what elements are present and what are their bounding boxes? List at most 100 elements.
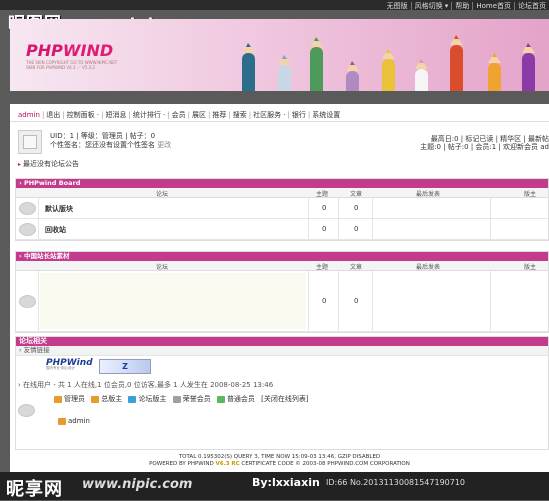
logo-pre: PHP: [26, 41, 63, 60]
nav-recommend[interactable]: 推荐: [210, 111, 228, 119]
pencil-illustration: [450, 35, 463, 91]
signature-label: 个性签名：: [50, 141, 85, 149]
admin-group-icon: [54, 395, 62, 403]
text-only-link[interactable]: 无图版: [384, 2, 411, 10]
watermark-id: ID:66 No.20131130081547190710: [326, 478, 466, 487]
forum-name[interactable]: 默认版块: [45, 204, 73, 214]
main-nav: admin | 退出 | 控制面板 · | 短消息 | 统计排行 · | 会员 | 展区 | 推荐 | 搜索 | 社…: [10, 110, 549, 122]
phpwind-logo[interactable]: PHPWIND: [26, 41, 113, 60]
nav-settings[interactable]: 系统设置: [310, 111, 342, 119]
online-status-icon: [18, 404, 35, 417]
col-article: 文章: [350, 191, 363, 198]
signature-value: 您还没有设置个性签名: [85, 141, 155, 149]
column-header: 论坛 主题 文章 最后发表 版主: [16, 261, 548, 271]
watermark-brand-bottom: 昵享网: [6, 479, 63, 500]
banner-sub-2: SKIN FOR PHPWIND V6.3 ／ V5.3.2: [26, 65, 95, 70]
nav-logout[interactable]: 退出: [44, 111, 62, 119]
forum-stats-right: 主题:0 | 帖子:0 | 会员:1 | 欢迎新会员 ad: [420, 143, 549, 151]
topic-count: 0: [322, 225, 327, 233]
table-row[interactable]: 回收站 0 0: [16, 219, 548, 240]
forum-status-icon: [19, 295, 36, 308]
close-online-list-link[interactable]: [关闭在线列表]: [261, 395, 308, 403]
footer-powered: POWERED BY PHPWIND V6.3 RC CERTIFICATE C…: [10, 461, 549, 468]
table-row[interactable]: 0 0: [16, 271, 548, 332]
nav-messages[interactable]: 短消息: [103, 111, 128, 119]
forum-status-icon: [19, 223, 36, 236]
pencil-illustration: [382, 49, 395, 91]
article-count: 0: [354, 297, 359, 305]
board-title-text: 中国站长站素材: [23, 252, 70, 260]
nav-bank[interactable]: 银行: [290, 111, 308, 119]
col-topic: 主题: [316, 264, 329, 271]
super-mod-icon: [91, 395, 100, 403]
banner-subtitle: THE SKIN COPYRIGHT GO TO WWW.NIPIC.NET SK…: [26, 60, 117, 71]
style-switch-link[interactable]: 风格切换 ▾: [410, 2, 452, 10]
pencil-illustration: [242, 43, 255, 91]
board-title[interactable]: › 中国站长站素材: [16, 252, 548, 261]
top-links: 无图版 风格切换 ▾ 帮助 Home首页 论坛首页: [384, 1, 549, 11]
announcement: ▸ 最近没有论坛公告: [18, 159, 79, 169]
avatar[interactable]: [18, 130, 42, 154]
column-header: 论坛 主题 文章 最后发表 版主: [16, 188, 548, 198]
board-phpwind: › PHPwind Board 论坛 主题 文章 最后发表 版主 默认版块 0 …: [15, 178, 549, 241]
article-count: 0: [354, 204, 359, 212]
legend-honor: 荣誉会员: [182, 395, 211, 403]
pencil-illustration: [310, 37, 323, 91]
table-row[interactable]: 默认版块 0 0: [16, 198, 548, 219]
online-username[interactable]: admin: [68, 417, 90, 425]
nav-username[interactable]: admin: [16, 111, 42, 119]
forum-description-area: [40, 273, 306, 329]
admin-user-icon: [58, 417, 66, 425]
nav-stats[interactable]: 统计排行 ·: [131, 111, 167, 119]
watermark-url-bottom: www.nipic.com: [82, 477, 193, 492]
footer: TOTAL 0.195302(S) QUERY 3, TIME NOW 15:0…: [10, 454, 549, 468]
nav-community[interactable]: 社区服务 ·: [251, 111, 287, 119]
forum-related: 论坛相关 › 友情链接: [15, 336, 549, 450]
pencil-illustration: [346, 61, 359, 91]
col-topic: 主题: [316, 191, 329, 198]
forum-name[interactable]: 回收站: [45, 225, 66, 235]
col-moderator: 版主: [524, 191, 537, 198]
pencil-illustration: [415, 59, 428, 91]
topic-count: 0: [322, 297, 327, 305]
forum-home-link[interactable]: 论坛首页: [514, 2, 549, 10]
online-users-head: › 在线用户 - 共 1 人在线,1 位会员,0 位访客,最多 1 人发生在 2…: [18, 380, 273, 390]
col-last-post: 最后发表: [416, 191, 441, 198]
legend-super-mod: 总版主: [101, 395, 123, 403]
footer-copyright: CERTIFICATE CODE © 2003-08 PHPWIND.COM C…: [241, 461, 410, 467]
legend-forum-mod: 论坛版主: [138, 395, 167, 403]
col-moderator: 版主: [524, 264, 537, 271]
nav-exhibit[interactable]: 展区: [190, 111, 208, 119]
watermark-bottom: 昵享网 www.nipic.com By:lxxiaxin ID:66 No.2…: [0, 472, 549, 500]
col-forum: 论坛: [156, 264, 169, 271]
logo-post: WIND: [62, 41, 114, 60]
board-title[interactable]: › PHPwind Board: [16, 179, 548, 188]
member-legend: 管理员 总版主 论坛版主 荣誉会员 普通会员 [关闭在线列表]: [54, 394, 313, 404]
friend-links-head: › 友情链接: [16, 346, 548, 356]
pencil-illustration: [488, 53, 501, 91]
footer-version: V6.3 RC: [215, 461, 240, 467]
home-link[interactable]: Home首页: [472, 2, 514, 10]
forum-mod-icon: [128, 395, 137, 403]
footer-query-info: TOTAL 0.195302(S) QUERY 3, TIME NOW 15:0…: [178, 454, 381, 460]
nav-control-panel[interactable]: 控制面板 ·: [65, 111, 101, 119]
nav-search[interactable]: 搜索: [231, 111, 249, 119]
honor-member-icon: [172, 395, 181, 403]
online-users-text: 在线用户 - 共 1 人在线,1 位会员,0 位访客,最多 1 人发生在 200…: [23, 381, 274, 389]
announcement-text: 最近没有论坛公告: [23, 160, 80, 168]
col-article: 文章: [350, 264, 363, 271]
board-cnzz: › 中国站长站素材 论坛 主题 文章 最后发表 版主 0 0: [15, 251, 549, 333]
article-count: 0: [354, 225, 359, 233]
online-member[interactable]: admin: [58, 417, 90, 425]
help-link[interactable]: 帮助: [451, 2, 473, 10]
partner-link-logo[interactable]: Z: [99, 359, 151, 374]
related-title: 论坛相关: [16, 337, 548, 346]
pencil-illustration: [522, 43, 535, 91]
header-banner: PHPWIND THE SKIN COPYRIGHT GO TO WWW.NIP…: [10, 19, 549, 91]
signature-edit-link[interactable]: 更改: [157, 141, 171, 149]
col-forum: 论坛: [156, 191, 169, 198]
phpwind-link-logo[interactable]: PHPWind 国内专业·用心设计: [46, 358, 96, 371]
topic-count: 0: [322, 204, 327, 212]
nav-members[interactable]: 会员: [170, 111, 188, 119]
footer-powered-by: POWERED BY PHPWIND: [149, 461, 214, 467]
